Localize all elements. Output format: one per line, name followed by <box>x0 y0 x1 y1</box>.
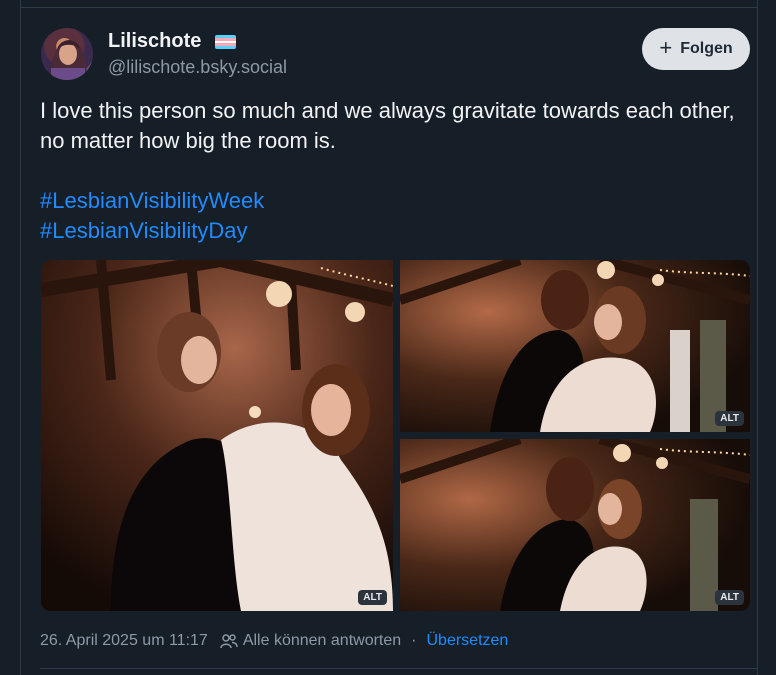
alt-badge[interactable]: ALT <box>715 411 744 426</box>
author-name[interactable]: Lilischote <box>108 30 201 53</box>
divider <box>40 668 757 669</box>
hashtag-link[interactable]: #LesbianVisibilityWeek <box>40 186 264 216</box>
follow-label: Folgen <box>680 40 733 57</box>
alt-badge[interactable]: ALT <box>358 590 387 605</box>
reply-setting[interactable]: Alle können antworten <box>243 632 401 650</box>
post-meta: 26. April 2025 um 11:17 Alle können antw… <box>40 632 508 650</box>
trans-flag-icon <box>215 35 236 49</box>
translate-link[interactable]: Übersetzen <box>426 632 508 650</box>
post-image-3[interactable]: ALT <box>400 439 750 611</box>
people-icon <box>220 633 238 649</box>
post-image-1[interactable]: ALT <box>41 260 393 611</box>
post-card: Lilischote @lilischote.bsky.social + Fol… <box>20 0 758 675</box>
hashtag-link[interactable]: #LesbianVisibilityDay <box>40 216 248 246</box>
author-handle[interactable]: @lilischote.bsky.social <box>108 57 287 78</box>
follow-button[interactable]: + Folgen <box>642 28 750 70</box>
divider <box>21 7 757 8</box>
timestamp[interactable]: 26. April 2025 um 11:17 <box>40 632 208 650</box>
post-text: I love this person so much and we always… <box>40 98 735 153</box>
separator: · <box>411 632 417 649</box>
post-image-2[interactable]: ALT <box>400 260 750 432</box>
avatar[interactable] <box>41 28 93 80</box>
alt-badge[interactable]: ALT <box>715 590 744 605</box>
plus-icon: + <box>659 35 673 60</box>
